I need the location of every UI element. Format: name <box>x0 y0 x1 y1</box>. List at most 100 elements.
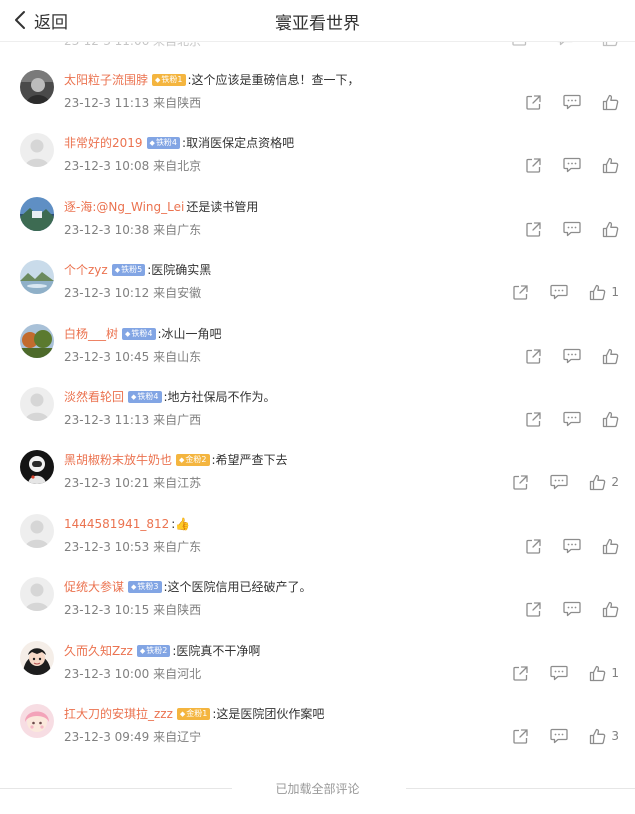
comment-time: 23-12-3 10:21 <box>64 476 150 490</box>
comment-username[interactable]: 白杨___树 <box>64 326 118 342</box>
reply-button[interactable] <box>563 601 581 617</box>
comment-icon <box>563 601 581 617</box>
reply-button[interactable] <box>563 221 581 237</box>
share-button[interactable] <box>525 348 542 365</box>
comment-location: 来自陕西 <box>153 96 202 110</box>
share-button[interactable] <box>525 157 542 174</box>
fan-badge-label: 铁粉4 <box>131 329 153 338</box>
fan-badge-label: 金粉2 <box>185 455 207 464</box>
fan-badge: ◆ 铁粉1 <box>152 74 186 86</box>
like-button[interactable]: 3 <box>589 728 619 745</box>
share-button[interactable] <box>512 665 529 682</box>
comment-location: 来自陕西 <box>153 603 202 617</box>
comment-username[interactable]: 太阳粒子流围脖 <box>64 72 148 88</box>
reply-button[interactable] <box>563 348 581 364</box>
comment-icon <box>550 284 569 300</box>
comment-text: :这个应该是重磅信息！查一下， <box>187 73 360 87</box>
reply-button[interactable] <box>563 411 581 427</box>
fan-badge: ◆ 铁粉3 <box>128 581 162 593</box>
like-button[interactable] <box>602 94 619 111</box>
comment-time: 23-12-3 10:15 <box>64 603 150 617</box>
like-button[interactable] <box>602 601 619 618</box>
comment-item: 白杨___树 ◆ 铁粉4 :冰山一角吧 23-12-3 10:45 来自山东 <box>0 324 635 387</box>
thumbs-up-icon <box>602 348 619 364</box>
avatar[interactable] <box>20 260 54 294</box>
like-count: 1 <box>611 666 619 680</box>
like-button[interactable] <box>602 157 619 174</box>
avatar[interactable] <box>20 70 54 104</box>
avatar[interactable] <box>20 704 54 738</box>
fan-badge-label: 铁粉4 <box>137 392 159 401</box>
avatar[interactable] <box>20 197 54 231</box>
comment-time: 23-12-3 10:38 <box>64 223 150 237</box>
diamond-icon: ◆ <box>149 139 155 147</box>
thumbs-up-icon <box>602 221 619 237</box>
avatar[interactable] <box>20 387 54 421</box>
reply-button[interactable] <box>563 538 581 554</box>
avatar[interactable] <box>20 577 54 611</box>
share-button[interactable] <box>525 538 542 555</box>
share-icon <box>526 411 541 427</box>
avatar[interactable] <box>20 514 54 548</box>
comment-username[interactable]: 促统大参谋 <box>64 579 124 595</box>
comment-username[interactable]: 黑胡椒粉末放牛奶也 <box>64 452 172 468</box>
like-button[interactable]: 1 <box>589 665 619 682</box>
fan-badge-label: 金粉1 <box>186 709 208 718</box>
comment-text: :冰山一角吧 <box>157 327 222 341</box>
like-button[interactable] <box>602 221 619 238</box>
fan-badge: ◆ 铁粉2 <box>136 645 171 657</box>
reply-button[interactable] <box>550 728 569 744</box>
reply-button[interactable] <box>563 157 581 173</box>
reply-button[interactable] <box>563 94 581 110</box>
comment-time: 23-12-3 11:13 <box>64 96 150 110</box>
fan-badge: ◆ 金粉1 <box>176 708 211 720</box>
comment-icon <box>563 348 581 364</box>
like-button[interactable] <box>602 348 619 365</box>
avatar[interactable] <box>20 324 54 358</box>
comment-text: :这个医院信用已经破产了。 <box>163 580 312 594</box>
reply-button[interactable] <box>550 665 569 681</box>
comment-username[interactable]: 淡然看轮回 <box>64 389 124 405</box>
comment-username[interactable]: 逐-海:@Ng_Wing_Lei <box>64 199 184 215</box>
like-count: 3 <box>611 729 619 743</box>
comment-location: 来自广西 <box>153 413 202 427</box>
comment-location: 来自北京 <box>153 159 202 173</box>
like-button[interactable]: 2 <box>589 474 619 491</box>
avatar[interactable] <box>20 641 54 675</box>
comment-username[interactable]: 扛大刀的安琪拉_zzz <box>64 706 173 722</box>
share-button[interactable] <box>525 411 542 428</box>
comment-username[interactable]: 久而久知Zzz <box>64 643 133 659</box>
share-button[interactable] <box>525 94 542 111</box>
comment-text: :医院真不干净啊 <box>172 644 261 658</box>
share-icon <box>526 94 541 110</box>
diamond-icon: ◆ <box>131 583 137 591</box>
share-button[interactable] <box>525 601 542 618</box>
share-button[interactable] <box>512 728 529 745</box>
like-button[interactable]: 1 <box>589 284 619 301</box>
avatar[interactable] <box>20 133 54 167</box>
reply-button[interactable] <box>550 284 569 300</box>
reply-button[interactable] <box>550 474 569 490</box>
comment-text: 还是读书管用 <box>186 200 259 214</box>
fan-badge-label: 铁粉1 <box>161 75 183 84</box>
comment-location: 来自江苏 <box>153 476 202 490</box>
like-button[interactable] <box>602 538 619 555</box>
avatar[interactable] <box>20 450 54 484</box>
share-icon <box>526 601 541 617</box>
comment-username[interactable]: 1444581941_812 <box>64 516 169 532</box>
comment-item: 非常好的2019 ◆ 铁粉4 :取消医保定点资格吧 23-12-3 10:08 来… <box>0 133 635 196</box>
like-button[interactable] <box>602 411 619 428</box>
thumbs-up-icon <box>590 665 606 681</box>
share-icon <box>513 474 529 490</box>
share-button[interactable] <box>525 221 542 238</box>
share-button[interactable] <box>512 474 529 491</box>
comment-text: :希望严查下去 <box>211 453 288 467</box>
comment-time: 23-12-3 10:00 <box>64 667 150 681</box>
comment-username[interactable]: 个个zyz <box>64 262 108 278</box>
comment-username[interactable]: 非常好的2019 <box>64 135 143 151</box>
comment-location: 来自广东 <box>153 223 202 237</box>
fan-badge: ◆ 铁粉4 <box>128 391 162 403</box>
end-of-comments: 已加载全部评论 <box>0 780 635 798</box>
share-button[interactable] <box>512 284 529 301</box>
comment-text: :医院确实黑 <box>147 263 212 277</box>
